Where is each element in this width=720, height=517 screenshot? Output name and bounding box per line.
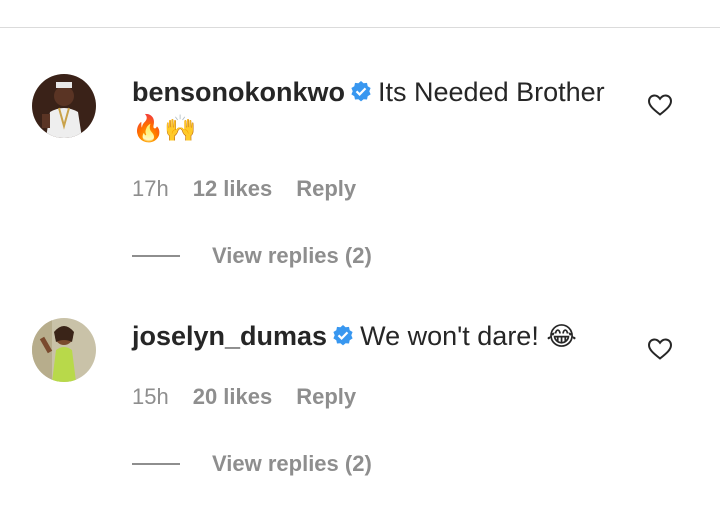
comment-text: joselyn_dumas We won't dare! 😂 [132,318,632,354]
replies-divider-line [132,463,180,465]
top-divider [0,27,720,28]
like-heart-icon[interactable] [647,337,673,361]
comment-emojis: 😂 [546,321,577,351]
like-heart-icon[interactable] [647,93,673,117]
likes-count[interactable]: 20 likes [193,384,273,409]
view-replies-button[interactable]: View replies (2) [132,241,432,271]
view-replies-button[interactable]: View replies (2) [132,449,432,479]
comment-meta: 15h 20 likes Reply [132,384,380,410]
comment-body: Its Needed Brother [378,77,605,107]
replies-divider-line [132,255,180,257]
comment-time: 17h [132,176,169,201]
avatar[interactable] [32,318,96,382]
verified-badge-icon [351,81,371,102]
view-replies-label: View replies (2) [212,451,372,476]
comment-meta: 17h 12 likes Reply [132,176,380,202]
comment-time: 15h [132,384,169,409]
view-replies-label: View replies (2) [212,243,372,268]
reply-button[interactable]: Reply [296,384,356,409]
likes-count[interactable]: 12 likes [193,176,273,201]
reply-button[interactable]: Reply [296,176,356,201]
comment-body: We won't dare! [360,321,539,351]
username-link[interactable]: joselyn_dumas [132,321,327,351]
avatar[interactable] [32,74,96,138]
comment-text: bensonokonkwo Its Needed Brother 🔥🙌 [132,74,632,146]
verified-badge-icon [333,325,353,346]
comment-emojis: 🔥🙌 [132,113,197,143]
username-link[interactable]: bensonokonkwo [132,77,345,107]
